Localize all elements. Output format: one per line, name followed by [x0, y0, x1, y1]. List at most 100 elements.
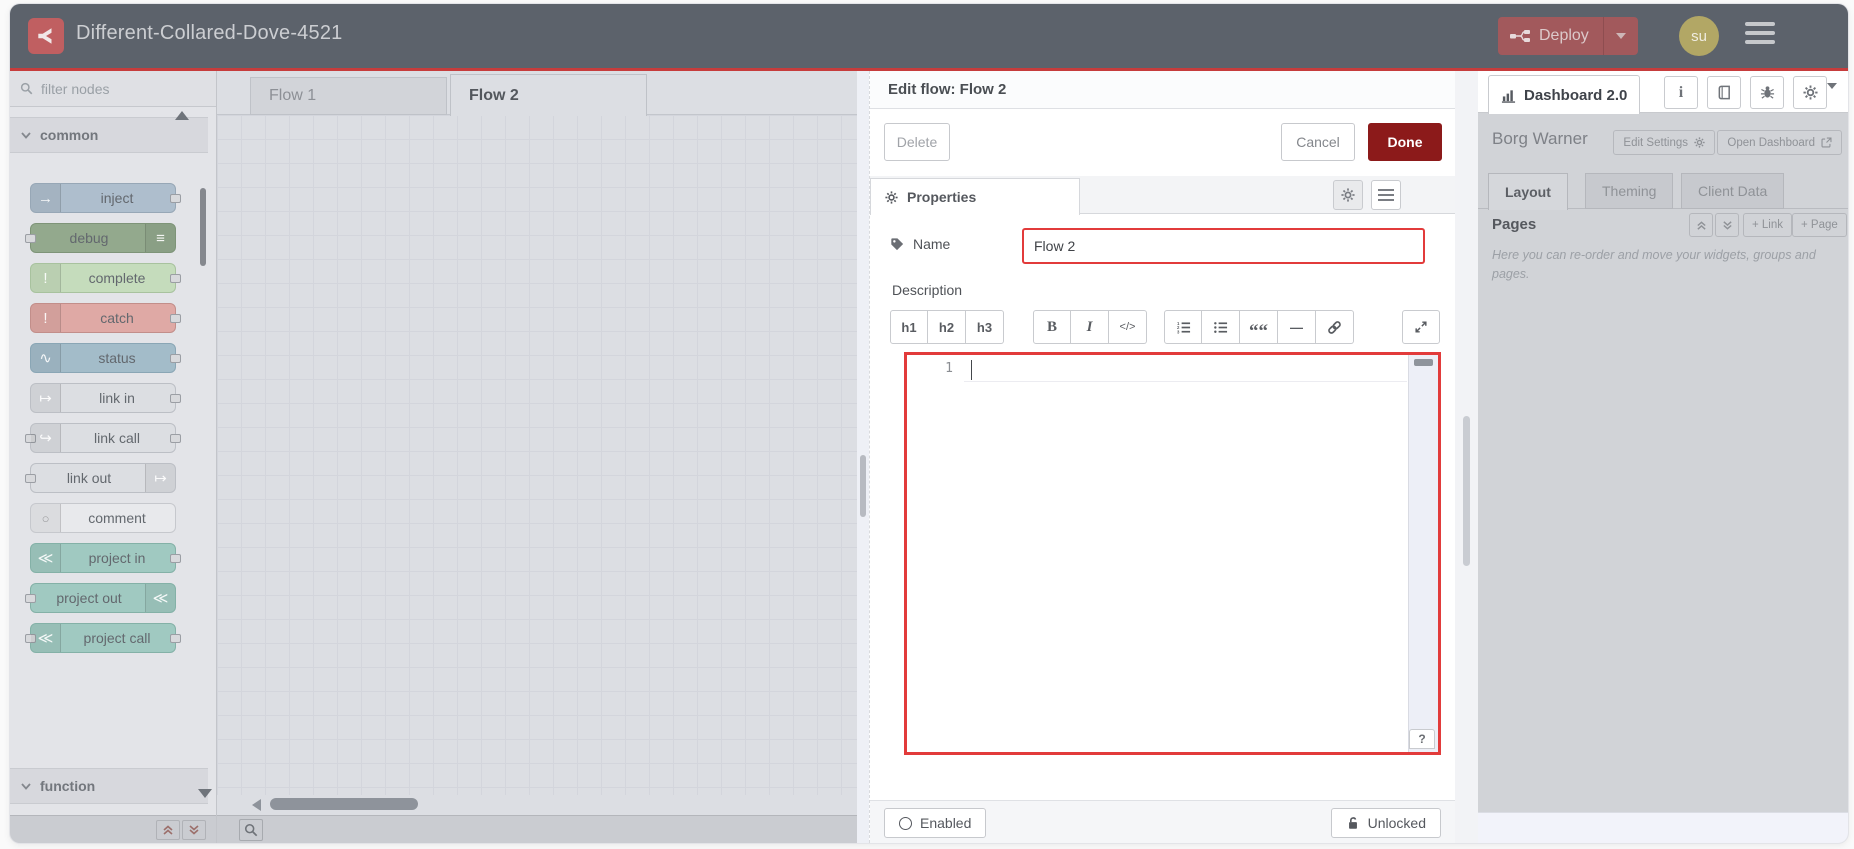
resize-grip[interactable]: [1463, 416, 1470, 566]
done-button[interactable]: Done: [1368, 123, 1442, 161]
main-menu-button[interactable]: [1745, 22, 1775, 49]
palette-node-link-call[interactable]: ↪ link call: [25, 423, 181, 453]
palette-node-inject[interactable]: → inject: [30, 183, 181, 213]
config-tab-button[interactable]: [1793, 76, 1827, 109]
edit-settings-button[interactable]: Edit Settings: [1613, 130, 1715, 155]
open-dashboard-button[interactable]: Open Dashboard: [1717, 130, 1842, 155]
palette-category-function[interactable]: function: [10, 768, 208, 804]
gear-icon: [1694, 137, 1705, 148]
resize-grip[interactable]: [860, 455, 866, 517]
tab-client-data[interactable]: Client Data: [1681, 173, 1785, 209]
description-view-button[interactable]: [1371, 180, 1401, 210]
palette-collapse-all-button[interactable]: [156, 819, 180, 840]
tab-flow-2[interactable]: Flow 2: [450, 74, 647, 116]
properties-view-button[interactable]: [1333, 180, 1363, 210]
palette-expand-all-button[interactable]: [182, 819, 206, 840]
node-output-port[interactable]: [170, 634, 181, 643]
expand-icon: [1414, 320, 1428, 334]
editor-help-button[interactable]: ?: [1409, 729, 1435, 749]
link-call-icon: ↪: [31, 424, 61, 452]
description-editor[interactable]: 1 ?: [904, 352, 1441, 755]
quote-button[interactable]: ““: [1240, 310, 1278, 344]
heading1-button[interactable]: h1: [890, 310, 928, 344]
sidebar-tabs-dropdown[interactable]: [1827, 83, 1837, 107]
flow-canvas[interactable]: [217, 115, 857, 795]
node-label: debug: [69, 230, 109, 246]
palette-category-common[interactable]: common: [10, 117, 208, 153]
flow-name-input[interactable]: [1022, 228, 1425, 264]
dialog-footer: Enabled Unlocked: [870, 800, 1455, 843]
palette-node-link-in[interactable]: ↦ link in: [30, 383, 181, 413]
node-output-port[interactable]: [170, 194, 181, 203]
scrollbar-thumb[interactable]: [270, 798, 418, 810]
delete-button[interactable]: Delete: [884, 123, 950, 161]
tab-flow-1[interactable]: Flow 1: [250, 77, 447, 115]
palette-footer: [10, 815, 216, 843]
unordered-list-button[interactable]: [1202, 310, 1240, 344]
link-chain-icon: [1327, 320, 1342, 335]
bold-button[interactable]: B: [1033, 310, 1071, 344]
horizontal-rule-button[interactable]: —: [1278, 310, 1316, 344]
tray-left-resize-handle[interactable]: [857, 71, 869, 843]
editor-scrollbar-thumb[interactable]: [1414, 359, 1433, 366]
canvas-horizontal-scrollbar[interactable]: [217, 795, 857, 815]
node-red-icon: ≪: [145, 584, 175, 612]
code-button[interactable]: </>: [1109, 310, 1147, 344]
help-tab-button[interactable]: [1707, 76, 1741, 109]
flow-enabled-toggle[interactable]: Enabled: [884, 808, 987, 838]
palette-search[interactable]: filter nodes: [10, 71, 216, 107]
deploy-options-button[interactable]: [1602, 17, 1638, 55]
node-output-port[interactable]: [170, 394, 181, 403]
add-page-button[interactable]: + Page: [1792, 213, 1847, 237]
palette-scroll-down-indicator[interactable]: [198, 789, 212, 798]
tab-layout[interactable]: Layout: [1488, 173, 1568, 210]
tab-properties[interactable]: Properties: [870, 178, 1080, 215]
node-output-port[interactable]: [170, 354, 181, 363]
book-icon: [1717, 85, 1732, 100]
tab-dashboard-2[interactable]: Dashboard 2.0: [1488, 75, 1641, 114]
bug-icon: [1760, 85, 1775, 100]
node-output-port[interactable]: [170, 274, 181, 283]
user-avatar[interactable]: su: [1679, 16, 1719, 56]
node-output-port[interactable]: [170, 314, 181, 323]
node-output-port[interactable]: [170, 434, 181, 443]
palette-node-project-in[interactable]: ≪ project in: [30, 543, 181, 573]
palette-node-catch[interactable]: ! catch: [30, 303, 181, 333]
palette-node-debug[interactable]: ≡ debug: [25, 223, 176, 253]
italic-button[interactable]: I: [1071, 310, 1109, 344]
palette-search-placeholder: filter nodes: [41, 80, 110, 97]
info-tab-button[interactable]: i: [1664, 76, 1698, 109]
add-link-button[interactable]: + Link: [1743, 213, 1793, 237]
canvas-zoom-button[interactable]: [239, 819, 263, 841]
heading2-button[interactable]: h2: [928, 310, 966, 344]
ordered-list-button[interactable]: [1164, 310, 1202, 344]
expand-editor-button[interactable]: [1402, 310, 1440, 344]
palette-node-complete[interactable]: ! complete: [30, 263, 181, 293]
tab-theming[interactable]: Theming: [1585, 173, 1674, 209]
link-out-icon: ↦: [145, 464, 175, 492]
editor-scrollbar-track[interactable]: [1408, 355, 1438, 752]
palette-scroll-up-indicator[interactable]: [175, 111, 189, 120]
deploy-button[interactable]: Deploy: [1498, 17, 1638, 55]
palette-node-status[interactable]: ∿ status: [30, 343, 181, 373]
sidebar-resize-handle[interactable]: [1455, 71, 1478, 843]
palette-node-project-call[interactable]: ≪ project call: [25, 623, 181, 653]
heading3-button[interactable]: h3: [966, 310, 1004, 344]
pages-heading: Pages: [1492, 216, 1537, 233]
palette-node-link-out[interactable]: ↦ link out: [25, 463, 176, 493]
node-output-port[interactable]: [170, 554, 181, 563]
palette-node-comment[interactable]: ○ comment: [30, 503, 176, 533]
tab-label: Dashboard 2.0: [1524, 86, 1628, 104]
debug-list-icon: ≡: [145, 224, 175, 252]
move-up-button[interactable]: [1689, 213, 1713, 237]
gear-icon: [1803, 85, 1818, 100]
link-button[interactable]: [1316, 310, 1354, 344]
cancel-button[interactable]: Cancel: [1281, 123, 1355, 161]
debug-tab-button[interactable]: [1750, 76, 1784, 109]
palette-scrollbar-thumb[interactable]: [200, 188, 206, 266]
markdown-toolbar: h1 h2 h3 B I </> ““ —: [890, 310, 1440, 344]
flow-lock-toggle[interactable]: Unlocked: [1330, 808, 1441, 838]
move-down-button[interactable]: [1715, 213, 1739, 237]
palette-node-project-out[interactable]: ≪ project out: [25, 583, 176, 613]
scroll-left-arrow-icon[interactable]: [252, 799, 261, 811]
